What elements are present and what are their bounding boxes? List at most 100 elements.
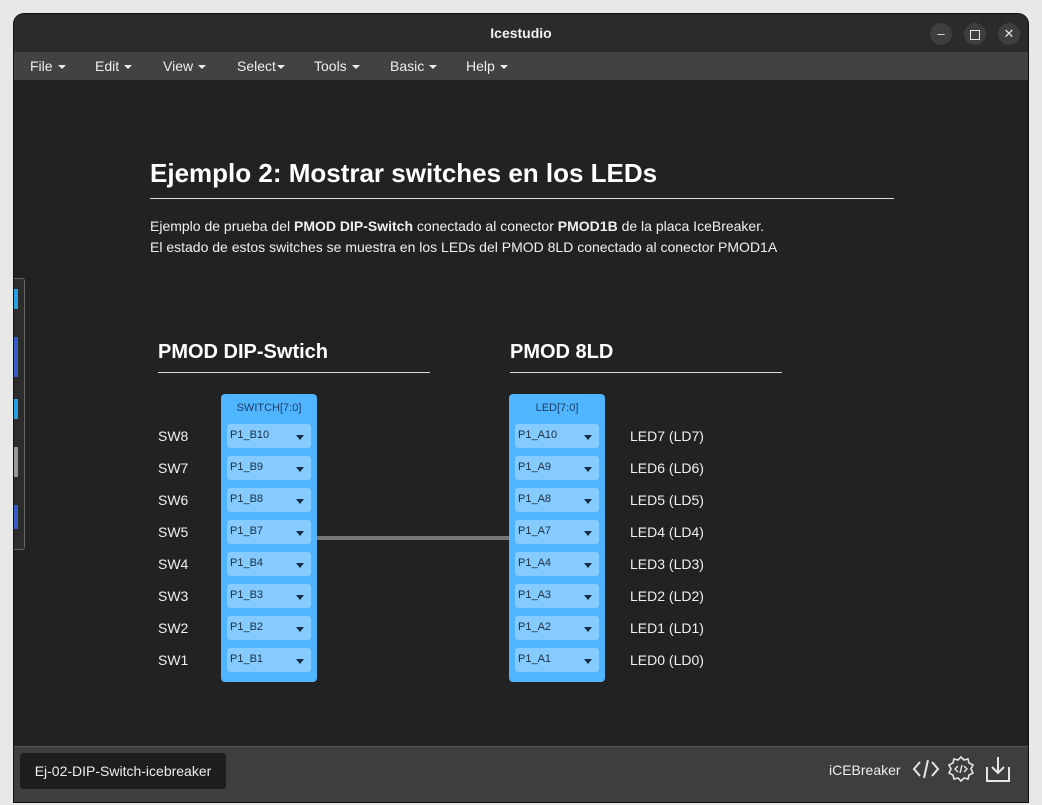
dropdown-arrow-icon <box>584 627 592 632</box>
led-pin-select[interactable]: P1_A3 <box>515 584 599 608</box>
minimize-button[interactable]: – <box>930 23 952 45</box>
switch-pin-select[interactable]: P1_B9 <box>227 456 311 480</box>
led-pin-select[interactable]: P1_A7 <box>515 520 599 544</box>
bus-wire[interactable] <box>316 536 510 540</box>
switch-label: SW1 <box>158 652 189 668</box>
switch-label: SW5 <box>158 524 189 540</box>
led-label: LED5 (LD5) <box>630 492 704 508</box>
pin-value: P1_A8 <box>518 493 552 505</box>
side-panel-tab[interactable] <box>14 278 25 550</box>
block-label: SWITCH[7:0] <box>236 402 302 414</box>
menu-bar: File Edit View Select Tools Basic Help <box>14 52 1028 81</box>
led-pin-select[interactable]: P1_A10 <box>515 424 599 448</box>
pin-value: P1_A10 <box>518 429 558 441</box>
pin-value: P1_B10 <box>230 429 270 441</box>
led-label: LED7 (LD7) <box>630 428 704 444</box>
dropdown-arrow-icon <box>584 499 592 504</box>
dip-switch-title: PMOD DIP-Swtich <box>158 341 329 363</box>
window-title: Icestudio <box>490 25 552 41</box>
side-item[interactable] <box>14 289 18 309</box>
dropdown-arrow-icon <box>584 595 592 600</box>
page-title: Ejemplo 2: Mostrar switches en los LEDs <box>150 158 658 188</box>
led-label: LED2 (LD2) <box>630 588 704 604</box>
dropdown-arrow-icon <box>296 659 304 664</box>
led-pin-select[interactable]: P1_A2 <box>515 616 599 640</box>
chevron-down-icon <box>351 65 360 70</box>
close-button[interactable]: ✕ <box>998 23 1020 45</box>
pin-value: P1_B4 <box>230 557 264 569</box>
pin-value: P1_B9 <box>230 461 264 473</box>
pin-value: P1_A7 <box>518 525 552 537</box>
switch-pin-select[interactable]: P1_B3 <box>227 584 311 608</box>
title-bar: Icestudio – ✕ <box>14 14 1028 52</box>
pin-value: P1_A2 <box>518 621 552 633</box>
maximize-button[interactable] <box>964 23 986 45</box>
switch-pin-select[interactable]: P1_B8 <box>227 488 311 512</box>
dropdown-arrow-icon <box>296 531 304 536</box>
dropdown-arrow-icon <box>584 531 592 536</box>
dropdown-arrow-icon <box>296 595 304 600</box>
status-footer: Ej-02-DIP-Switch-icebreaker iCEBreaker <box>14 746 1028 802</box>
maximize-icon <box>970 29 980 40</box>
dropdown-arrow-icon <box>584 435 592 440</box>
switch-pin-select[interactable]: P1_B4 <box>227 552 311 576</box>
menu-tools[interactable]: Tools <box>314 58 360 74</box>
menu-help[interactable]: Help <box>466 58 508 74</box>
pin-value: P1_B2 <box>230 621 264 633</box>
pin-value: P1_B3 <box>230 589 264 601</box>
pin-value: P1_B1 <box>230 653 264 665</box>
menu-view[interactable]: View <box>163 58 207 74</box>
switch-label: SW4 <box>158 556 189 572</box>
dropdown-arrow-icon <box>584 563 592 568</box>
dropdown-arrow-icon <box>296 627 304 632</box>
design-canvas[interactable]: Ejemplo 2: Mostrar switches en los LEDs … <box>14 80 1028 746</box>
led-pin-select[interactable]: P1_A1 <box>515 648 599 672</box>
switch-label: SW3 <box>158 588 189 604</box>
side-item[interactable] <box>14 505 18 529</box>
dropdown-arrow-icon <box>296 499 304 504</box>
dropdown-arrow-icon <box>584 659 592 664</box>
switch-label: SW7 <box>158 460 189 476</box>
switch-pin-select[interactable]: P1_B1 <box>227 648 311 672</box>
chevron-down-icon <box>499 65 508 70</box>
chevron-down-icon <box>276 65 285 70</box>
switch-pin-select[interactable]: P1_B2 <box>227 616 311 640</box>
download-icon[interactable] <box>984 755 1012 783</box>
menu-edit[interactable]: Edit <box>95 58 133 74</box>
code-icon[interactable] <box>912 755 940 783</box>
led-label: LED0 (LD0) <box>630 652 704 668</box>
board-selector[interactable]: iCEBreaker <box>829 762 901 778</box>
block-label: LED[7:0] <box>535 402 579 414</box>
side-item[interactable] <box>14 399 18 419</box>
side-item[interactable] <box>14 337 18 377</box>
settings-code-icon[interactable] <box>947 755 975 783</box>
dropdown-arrow-icon <box>296 467 304 472</box>
led-divider <box>510 372 782 373</box>
file-tab[interactable]: Ej-02-DIP-Switch-icebreaker <box>20 753 226 789</box>
led-pin-select[interactable]: P1_A8 <box>515 488 599 512</box>
led-output-block[interactable]: LED[7:0] P1_A10 P1_A9 P1_A8 P1_A7 P1_A4 P1_A3… <box>509 394 605 682</box>
chevron-down-icon <box>124 65 133 70</box>
pin-value: P1_A4 <box>518 557 552 569</box>
switch-label: SW8 <box>158 428 189 444</box>
menu-basic[interactable]: Basic <box>390 58 438 74</box>
led-title: PMOD 8LD <box>510 341 614 363</box>
dropdown-arrow-icon <box>296 435 304 440</box>
led-label: LED3 (LD3) <box>630 556 704 572</box>
dropdown-arrow-icon <box>584 467 592 472</box>
switch-label: SW6 <box>158 492 189 508</box>
app-window: Icestudio – ✕ File Edit View Select Tool… <box>14 14 1028 802</box>
side-item[interactable] <box>14 447 18 477</box>
title-divider <box>150 198 894 199</box>
menu-file[interactable]: File <box>30 58 66 74</box>
switch-input-block[interactable]: SWITCH[7:0] P1_B10 P1_B9 P1_B8 P1_B7 P1_B4 P1… <box>221 394 317 682</box>
menu-select[interactable]: Select <box>237 58 285 74</box>
pin-value: P1_B7 <box>230 525 264 537</box>
switch-pin-select[interactable]: P1_B7 <box>227 520 311 544</box>
switch-pin-select[interactable]: P1_B10 <box>227 424 311 448</box>
pin-value: P1_A9 <box>518 461 552 473</box>
description-line-2: El estado de estos switches se muestra e… <box>150 239 778 255</box>
led-pin-select[interactable]: P1_A9 <box>515 456 599 480</box>
dropdown-arrow-icon <box>296 563 304 568</box>
led-pin-select[interactable]: P1_A4 <box>515 552 599 576</box>
